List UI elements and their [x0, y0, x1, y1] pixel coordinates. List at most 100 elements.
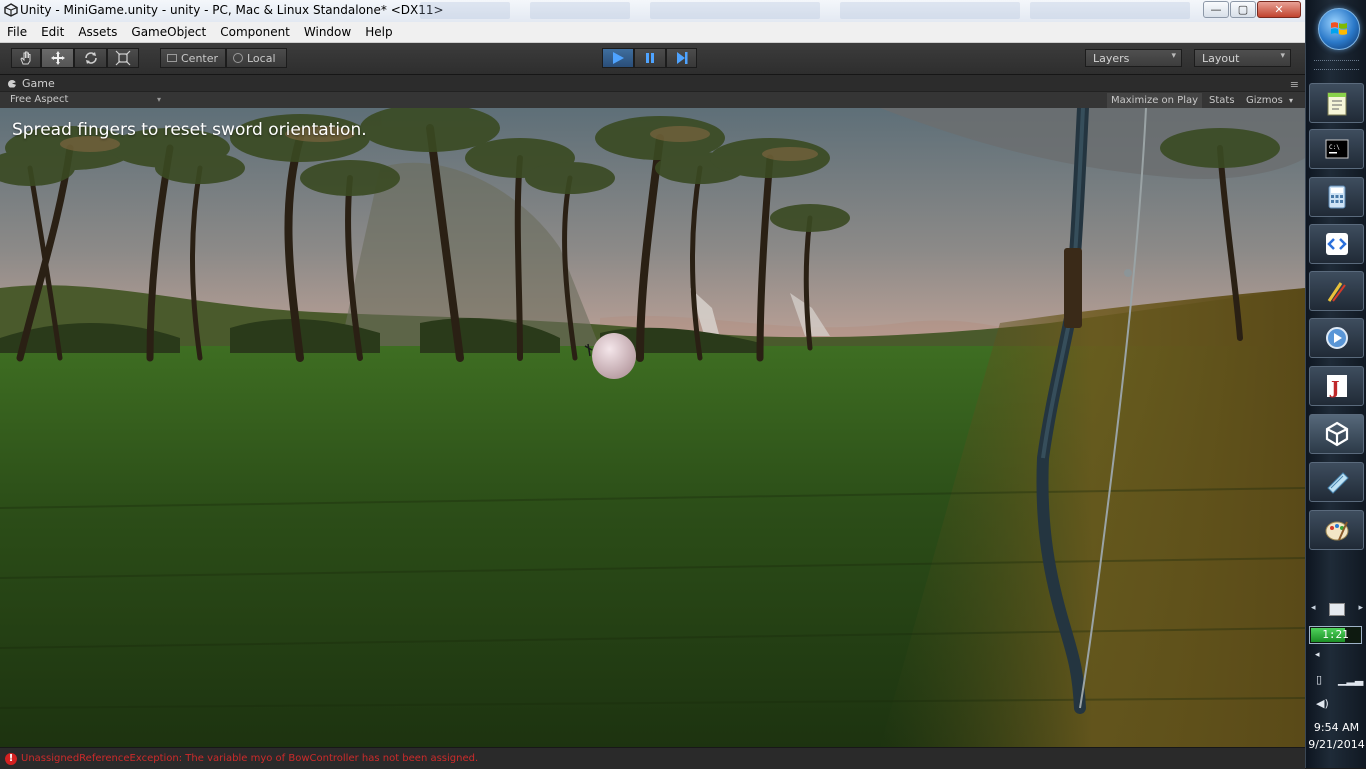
panel-menu-icon[interactable]: ≡: [1290, 78, 1299, 91]
maximize-button[interactable]: ▢: [1230, 1, 1256, 18]
clock-time: 9:54 AM: [1313, 721, 1360, 734]
aspect-dropdown[interactable]: Free Aspect: [10, 94, 68, 105]
taskbar-app-calculator[interactable]: [1309, 177, 1364, 217]
taskbar-app-unity[interactable]: [1309, 414, 1364, 454]
game-pacman-icon: [8, 79, 16, 88]
pivot-icon: [167, 54, 177, 62]
taskbar-app-code-editor[interactable]: [1309, 224, 1364, 264]
calculator-icon: [1328, 185, 1345, 209]
chevron-left-icon[interactable]: ◂: [1311, 603, 1316, 615]
unity-icon: [1325, 421, 1348, 447]
taskbar-app-notepad-plus[interactable]: [1309, 83, 1364, 123]
battery-meter[interactable]: 1:21: [1309, 626, 1362, 644]
game-view-bar: Free Aspect ▾ Maximize on Play Stats Giz…: [0, 91, 1305, 109]
menu-gameobject[interactable]: GameObject: [124, 25, 213, 39]
battery-time: 1:21: [1322, 628, 1349, 641]
pivot-local-toggle[interactable]: Local: [226, 48, 287, 68]
scale-icon: [115, 50, 131, 66]
hand-icon: [20, 51, 31, 65]
game-hint-text: Spread fingers to reset sword orientatio…: [12, 120, 367, 140]
play-icon: [613, 52, 624, 64]
background-window-ghost: [530, 2, 630, 19]
scale-tool-button[interactable]: [107, 48, 139, 68]
taskbar-app-command-prompt[interactable]: C:\: [1309, 129, 1364, 169]
notepad-icon: [1326, 472, 1349, 494]
local-space-icon: [233, 53, 243, 63]
svg-text:J: J: [1329, 378, 1340, 399]
tab-game[interactable]: Game: [4, 76, 55, 91]
menu-component[interactable]: Component: [213, 25, 297, 39]
taskbar-scroller[interactable]: ◂ ▸: [1311, 603, 1363, 616]
game-view-header: Game ≡ Free Aspect ▾ Maximize on Play St…: [0, 75, 1305, 109]
console-error-message[interactable]: UnassignedReferenceException: The variab…: [21, 753, 478, 764]
volume-icon[interactable]: ◀): [1316, 697, 1329, 710]
start-button[interactable]: [1318, 8, 1360, 50]
menu-assets[interactable]: Assets: [71, 25, 124, 39]
unity-logo-icon: [4, 3, 18, 17]
taskbar-app-media[interactable]: [1309, 318, 1364, 358]
step-button[interactable]: [666, 48, 697, 68]
minimize-button[interactable]: —: [1203, 1, 1229, 18]
network-signal-icon[interactable]: ▁▂▃: [1338, 673, 1363, 686]
background-window-ghost: [1030, 2, 1190, 19]
game-tab-label: Game: [22, 77, 55, 90]
chevron-down-icon: ▾: [1280, 51, 1285, 61]
windows-flag-icon: [1331, 22, 1347, 35]
console-status-bar[interactable]: ! UnassignedReferenceException: The vari…: [0, 747, 1305, 769]
maximize-on-play-toggle[interactable]: Maximize on Play: [1107, 93, 1203, 108]
layers-dropdown[interactable]: Layers ▾: [1085, 49, 1182, 67]
menu-window[interactable]: Window: [297, 25, 358, 39]
svg-text:C:\: C:\: [1329, 144, 1340, 151]
pivot-label: Center: [181, 51, 219, 65]
system-clock[interactable]: 9:54 AM 9/21/2014: [1306, 719, 1366, 753]
taskbar-app-pen-tool[interactable]: [1309, 271, 1364, 311]
paint-icon: [1325, 521, 1348, 541]
pivot-center-toggle[interactable]: Center: [160, 48, 226, 68]
taskbar-app-notepad[interactable]: [1309, 462, 1364, 502]
pen-tool-icon: [1327, 282, 1346, 302]
background-window-ghost: [840, 2, 1020, 19]
java-icon: J: [1326, 375, 1347, 399]
layout-dropdown[interactable]: Layout ▾: [1194, 49, 1291, 67]
unity-toolbar: Center Local Layers ▾ Layout ▾: [0, 43, 1305, 75]
taskbar-app-java[interactable]: J: [1309, 366, 1364, 406]
move-tool-button[interactable]: [41, 48, 74, 68]
taskbar-app-paint[interactable]: [1309, 510, 1364, 550]
clock-date: 9/21/2014: [1308, 738, 1365, 751]
move-arrows-icon: [50, 51, 65, 65]
menu-bar: File Edit Assets GameObject Component Wi…: [0, 22, 1305, 43]
game-viewport[interactable]: Spread fingers to reset sword orientatio…: [0, 108, 1305, 747]
chevron-down-icon: ▾: [1171, 51, 1176, 61]
menu-edit[interactable]: Edit: [34, 25, 71, 39]
space-label: Local: [247, 51, 276, 65]
pause-button[interactable]: [634, 48, 666, 68]
tray-expand-icon[interactable]: ◂: [1315, 650, 1320, 660]
chevron-right-icon[interactable]: ▸: [1358, 603, 1363, 615]
battery-tray-icon[interactable]: ▯: [1316, 673, 1322, 686]
hand-tool-button[interactable]: [11, 48, 41, 68]
gizmos-dropdown[interactable]: Gizmos: [1242, 93, 1287, 108]
chevron-down-icon: ▾: [157, 95, 162, 104]
code-editor-icon: [1325, 233, 1348, 255]
layers-label: Layers: [1093, 51, 1130, 65]
notepad-plus-icon: [1327, 92, 1346, 116]
window-title-bar: Unity - MiniGame.unity - unity - PC, Mac…: [0, 0, 1305, 23]
background-window-ghost: [650, 2, 820, 19]
rotate-tool-button[interactable]: [74, 48, 107, 68]
layout-label: Layout: [1202, 51, 1240, 65]
step-forward-icon: [676, 52, 687, 64]
close-button[interactable]: ✕: [1257, 1, 1301, 18]
taskbar-grip[interactable]: [1314, 60, 1359, 70]
pause-icon: [646, 53, 654, 63]
background-window-ghost: [420, 2, 510, 19]
rotate-icon: [84, 52, 97, 64]
menu-help[interactable]: Help: [358, 25, 399, 39]
play-button[interactable]: [602, 48, 634, 68]
menu-file[interactable]: File: [0, 25, 34, 39]
game-scene: [0, 108, 1305, 747]
taskbar-scroll-thumb[interactable]: [1329, 603, 1345, 616]
window-title: Unity - MiniGame.unity - unity - PC, Mac…: [20, 3, 444, 17]
media-app-icon: [1325, 327, 1348, 349]
stats-toggle[interactable]: Stats: [1205, 93, 1239, 108]
windows-taskbar: C:\ J ◂ ▸ 1:21 ◂ ▯ ▁▂▃ ◀) 9:54 AM 9/21/2…: [1305, 0, 1366, 768]
